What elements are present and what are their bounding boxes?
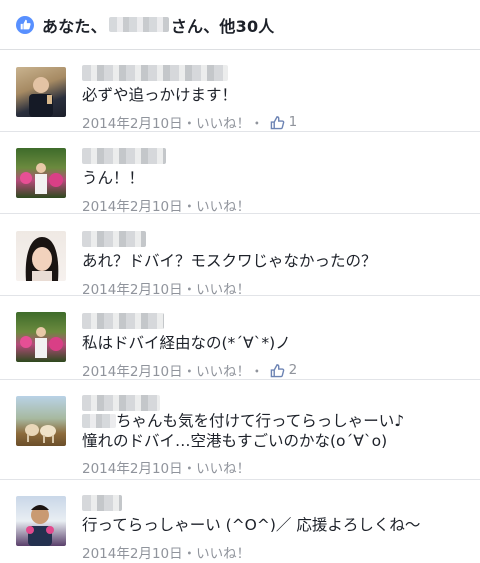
comment-date[interactable]: 2014年2月10日 (82, 360, 183, 380)
comment-date[interactable]: 2014年2月10日 (82, 457, 183, 477)
blurred-author-name[interactable] (82, 65, 228, 81)
comment-date[interactable]: 2014年2月10日 (82, 278, 183, 298)
comment-item: 行ってらっしゃーい (^O^)／ 応援よろしくね〜 2014年2月10日 ・ い… (0, 480, 480, 563)
blurred-author-name[interactable] (82, 148, 166, 164)
like-link[interactable]: いいね！ (196, 112, 250, 132)
likes-summary[interactable]: あなた、 さん、他30人 (0, 0, 480, 50)
separator: ・ (250, 364, 264, 380)
avatar[interactable] (16, 496, 66, 546)
comment-item: 必ずや追っかけます！ 2014年2月10日 ・ いいね！ ・ 1 (0, 50, 480, 132)
like-link[interactable]: いいね！ (196, 457, 250, 477)
separator: ・ (182, 282, 197, 298)
like-count-number: 2 (288, 362, 298, 378)
avatar[interactable] (16, 396, 66, 446)
separator: ・ (182, 199, 197, 215)
comment-text: うん！！ (82, 169, 145, 187)
comment-date[interactable]: 2014年2月10日 (82, 112, 183, 132)
separator: ・ (182, 461, 197, 477)
separator: ・ (182, 116, 197, 132)
comment-text-line2: 憧れのドバイ…空港もすごいのかな(o´∀`o) (82, 432, 388, 450)
separator: ・ (250, 116, 264, 132)
comment-text: 必ずや追っかけます！ (82, 86, 238, 104)
separator: ・ (182, 546, 197, 562)
thumbs-up-icon (16, 15, 34, 34)
comment-date[interactable]: 2014年2月10日 (82, 542, 183, 562)
comment-item: あれ？ドバイ？モスクワじゃなかったの？ 2014年2月10日 ・ いいね！ (0, 214, 480, 298)
comment-text: 行ってらっしゃーい (^O^)／ 応援よろしくね〜 (82, 516, 421, 534)
avatar[interactable] (16, 67, 66, 117)
like-link[interactable]: いいね！ (196, 195, 250, 215)
blurred-author-name[interactable] (82, 231, 146, 247)
like-link[interactable]: いいね！ (196, 278, 250, 298)
like-link[interactable]: いいね！ (196, 360, 250, 380)
comment-date[interactable]: 2014年2月10日 (82, 195, 183, 215)
like-link[interactable]: いいね！ (196, 542, 250, 562)
comment-text: あれ？ドバイ？モスクワじゃなかったの？ (82, 252, 377, 270)
comment-item: うん！！ 2014年2月10日 ・ いいね！ (0, 132, 480, 215)
avatar[interactable] (16, 312, 66, 362)
likes-prefix: あなた、 (42, 16, 107, 36)
comment-item: 私はドバイ経由なの(*´∀`*)ノ 2014年2月10日 ・ いいね！ ・ 2 (0, 296, 480, 380)
separator: ・ (182, 364, 197, 380)
like-count[interactable]: 1 (270, 114, 298, 130)
blurred-author-name[interactable] (82, 495, 122, 511)
comment-text: 私はドバイ経由なの(*´∀`*)ノ (82, 334, 291, 352)
avatar[interactable] (16, 231, 66, 281)
comment-text-line1: ちゃんも気を付けて行ってらっしゃーい♪ (116, 412, 405, 430)
likes-suffix: さん、他30人 (170, 16, 275, 36)
thumbs-up-outline-icon (270, 115, 284, 129)
like-count[interactable]: 2 (270, 362, 298, 378)
blurred-author-name[interactable] (82, 395, 160, 411)
avatar[interactable] (16, 148, 66, 198)
blurred-author-name[interactable] (82, 313, 164, 329)
like-count-number: 1 (288, 114, 298, 130)
thumbs-up-outline-icon (270, 363, 284, 377)
comment-item: ちゃんも気を付けて行ってらっしゃーい♪ 憧れのドバイ…空港もすごいのかな(o´∀… (0, 380, 480, 480)
blurred-name (108, 17, 169, 32)
blurred-mention[interactable] (82, 414, 116, 428)
